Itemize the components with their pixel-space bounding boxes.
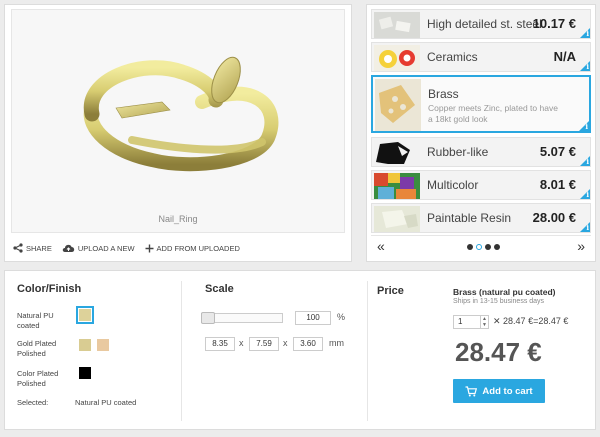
steel-thumbnail xyxy=(374,12,420,38)
multicolor-thumbnail xyxy=(374,173,420,199)
carousel-prev-button[interactable]: « xyxy=(377,238,385,254)
material-item-rubber[interactable]: Rubber-like 5.07 € i xyxy=(371,137,591,167)
divider xyxy=(181,281,182,421)
times-sign: x xyxy=(283,338,288,348)
dimension-z-input[interactable]: 3.60 xyxy=(293,337,323,351)
share-icon xyxy=(13,243,23,253)
material-price: N/A xyxy=(553,49,576,64)
info-icon[interactable]: i xyxy=(586,29,589,38)
model-viewer-panel: Nail_Ring SHARE UPLOAD A NEW ADD FROM UP… xyxy=(4,4,352,262)
info-icon[interactable]: i xyxy=(586,157,589,166)
material-name: Rubber-like xyxy=(427,145,489,159)
quantity-stepper[interactable]: 1 ▲ ▼ xyxy=(453,315,489,329)
add-to-cart-button[interactable]: Add to cart xyxy=(453,379,545,403)
carousel-dot[interactable] xyxy=(485,244,491,250)
material-item-ceramics[interactable]: Ceramics N/A i xyxy=(371,42,591,72)
viewer-actions: SHARE UPLOAD A NEW ADD FROM UPLOADED xyxy=(13,243,240,253)
model-name: Nail_Ring xyxy=(158,214,198,224)
add-to-cart-label: Add to cart xyxy=(482,385,533,397)
scale-title: Scale xyxy=(205,283,234,295)
ceramics-thumbnail xyxy=(374,45,420,71)
plus-icon xyxy=(145,244,154,252)
rubber-thumbnail xyxy=(374,140,420,166)
swatch-natural-pu[interactable] xyxy=(76,306,94,324)
info-icon[interactable]: i xyxy=(585,122,588,131)
upload-new-button[interactable]: UPLOAD A NEW xyxy=(62,243,135,253)
ring-model xyxy=(83,56,279,172)
dimension-y-input[interactable]: 7.59 xyxy=(249,337,279,351)
share-label: SHARE xyxy=(26,243,52,253)
material-name: Brass xyxy=(428,87,459,101)
carousel-dot-active[interactable] xyxy=(476,244,482,250)
material-name: Multicolor xyxy=(427,178,479,192)
material-name: Paintable Resin xyxy=(427,211,512,225)
material-name: High detailed st. steel xyxy=(427,17,542,31)
carousel-dot[interactable] xyxy=(467,244,473,250)
info-icon[interactable]: i xyxy=(586,62,589,71)
add-from-uploaded-label: ADD FROM UPLOADED xyxy=(156,243,240,253)
material-price: 10.17 € xyxy=(532,16,576,31)
quantity-spinner[interactable]: ▲ ▼ xyxy=(480,316,488,328)
material-price: 5.07 € xyxy=(539,144,576,159)
model-viewer[interactable]: Nail_Ring xyxy=(11,9,345,233)
info-icon[interactable]: i xyxy=(586,190,589,199)
shipping-time: Ships in 13-15 business days xyxy=(453,298,545,305)
swatch-color-plated[interactable] xyxy=(79,367,91,379)
material-price: 28.00 € xyxy=(532,210,576,225)
material-item-brass[interactable]: Brass Copper meets Zinc, plated to have … xyxy=(371,75,591,133)
price-title: Price xyxy=(377,285,404,297)
materials-panel: High detailed st. steel 10.17 € i Cerami… xyxy=(366,4,596,262)
total-price: 28.47 € xyxy=(455,337,542,367)
material-item-resin[interactable]: Paintable Resin 28.00 € i xyxy=(371,203,591,233)
swatch-gold-plated-1[interactable] xyxy=(79,339,91,351)
times-sign: x xyxy=(239,338,244,348)
info-icon[interactable]: i xyxy=(586,223,589,232)
brass-thumbnail xyxy=(375,79,421,131)
scale-slider-handle[interactable] xyxy=(201,312,215,324)
cart-icon xyxy=(465,385,478,396)
scale-slider[interactable] xyxy=(201,312,283,324)
scale-percent-input[interactable]: 100 xyxy=(295,311,331,325)
carousel-pagination xyxy=(467,244,500,250)
finish-label-natural: Natural PU coated xyxy=(17,311,54,330)
upload-new-label: UPLOAD A NEW xyxy=(77,243,135,253)
material-item-steel[interactable]: High detailed st. steel 10.17 € i xyxy=(371,9,591,39)
carousel-next-button[interactable]: » xyxy=(577,238,585,254)
carousel-dot[interactable] xyxy=(494,244,500,250)
percent-unit: % xyxy=(337,312,346,322)
divider xyxy=(367,281,368,421)
swatch-gold-plated-2[interactable] xyxy=(97,339,109,351)
finish-label-color: Color Plated Polished xyxy=(17,369,59,388)
selected-finish-value: Natural PU coated xyxy=(75,398,137,407)
resin-thumbnail xyxy=(374,206,420,232)
finish-label-gold: Gold Plated Polished xyxy=(17,339,57,358)
cloud-upload-icon xyxy=(62,244,75,252)
material-price: 8.01 € xyxy=(539,177,576,192)
dimension-x-input[interactable]: 8.35 xyxy=(205,337,235,351)
material-carousel-nav: « » xyxy=(371,235,591,257)
quantity-value: 1 xyxy=(458,317,463,326)
material-description: Copper meets Zinc, plated to have a 18kt… xyxy=(428,103,558,124)
selected-material-title: Brass (natural pu coated) xyxy=(453,287,556,297)
material-item-multicolor[interactable]: Multicolor 8.01 € i xyxy=(371,170,591,200)
add-from-uploaded-button[interactable]: ADD FROM UPLOADED xyxy=(145,243,240,253)
selected-label: Selected: xyxy=(17,398,49,407)
dimension-unit: mm xyxy=(329,338,344,348)
share-button[interactable]: SHARE xyxy=(13,243,52,253)
price-calculation: ✕ 28.47 €=28.47 € xyxy=(493,316,569,326)
color-finish-title: Color/Finish xyxy=(17,283,82,295)
material-name: Ceramics xyxy=(427,50,478,64)
configuration-panel: Color/Finish Natural PU coated Gold Plat… xyxy=(4,270,596,430)
